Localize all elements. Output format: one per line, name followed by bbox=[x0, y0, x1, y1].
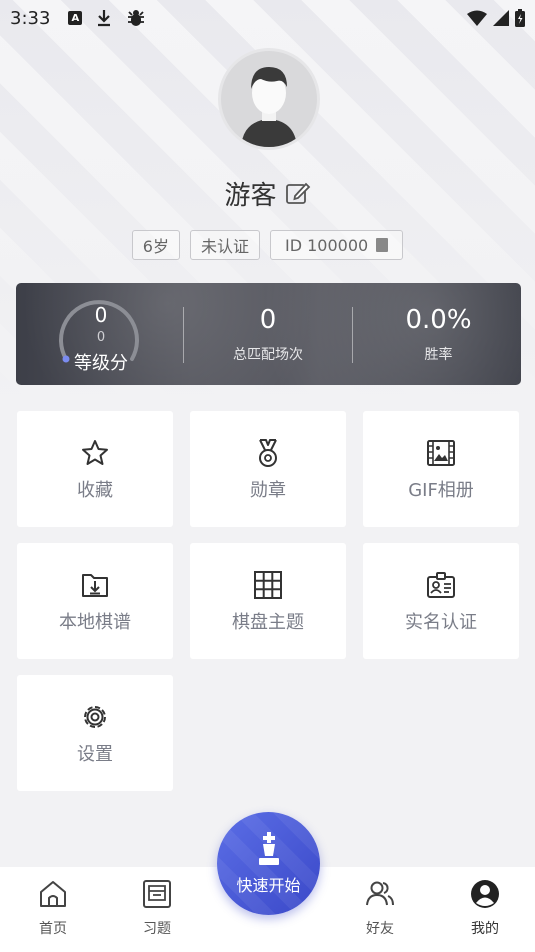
wifi-icon bbox=[467, 10, 487, 26]
medals-button[interactable]: 勋章 bbox=[190, 411, 346, 527]
winrate-value: 0.0% bbox=[405, 305, 472, 335]
grid-board-icon bbox=[254, 571, 282, 599]
matches-label: 总匹配场次 bbox=[233, 347, 303, 363]
age-tag: 6岁 bbox=[131, 230, 180, 260]
star-icon bbox=[82, 440, 108, 465]
username: 游客 bbox=[224, 180, 277, 211]
user-avatar[interactable] bbox=[218, 48, 320, 150]
rating-stat[interactable]: 0 0 等级分 bbox=[46, 283, 156, 385]
medal-icon bbox=[259, 439, 277, 467]
copy-icon[interactable] bbox=[376, 238, 389, 252]
medals-label: 勋章 bbox=[250, 480, 286, 501]
real-name-button[interactable]: 实名认证 bbox=[363, 543, 519, 659]
status-time: 3:33 bbox=[10, 7, 51, 29]
home-icon bbox=[40, 881, 66, 907]
matches-value: 0 bbox=[259, 305, 277, 335]
settings-label: 设置 bbox=[77, 744, 113, 765]
winrate-stat[interactable]: 0.0% 胜率 bbox=[356, 283, 521, 385]
favorites-button[interactable]: 收藏 bbox=[17, 411, 173, 527]
bug-icon bbox=[128, 10, 145, 26]
nav-exercises-label: 习题 bbox=[143, 921, 171, 937]
gear-icon bbox=[84, 706, 106, 728]
status-system-icons bbox=[467, 9, 525, 27]
winrate-label: 胜率 bbox=[424, 347, 453, 363]
gif-album-label: GIF相册 bbox=[408, 480, 474, 501]
username-row: 游客 bbox=[0, 172, 535, 214]
nav-home-label: 首页 bbox=[39, 921, 67, 937]
default-user-icon bbox=[241, 67, 297, 147]
matches-stat[interactable]: 0 总匹配场次 bbox=[186, 283, 350, 385]
quick-start-label: 快速开始 bbox=[236, 876, 301, 895]
profile-icon bbox=[471, 880, 499, 908]
user-id-tag[interactable]: ID 100000 bbox=[270, 230, 404, 260]
download-icon bbox=[98, 10, 111, 27]
verification-tag: 未认证 bbox=[189, 230, 260, 260]
gif-album-button[interactable]: GIF相册 bbox=[363, 411, 519, 527]
nav-mine[interactable]: 我的 bbox=[450, 878, 520, 944]
quick-start-button[interactable]: 快速开始 bbox=[217, 812, 320, 915]
nav-friends-label: 好友 bbox=[366, 921, 394, 937]
user-id-text: ID 100000 bbox=[285, 235, 369, 255]
status-bar: 3:33 A bbox=[0, 0, 535, 36]
battery-icon bbox=[515, 9, 525, 27]
local-records-label: 本地棋谱 bbox=[59, 612, 131, 633]
exercise-board-icon bbox=[143, 880, 171, 908]
board-theme-button[interactable]: 棋盘主题 bbox=[190, 543, 346, 659]
keyboard-notification-icon: A bbox=[68, 11, 83, 25]
chess-king-icon bbox=[258, 832, 279, 865]
settings-button[interactable]: 设置 bbox=[17, 675, 173, 791]
status-notification-icons: A bbox=[68, 8, 146, 28]
stats-card: 0 0 等级分 0 总匹配场次 0.0% 胜率 bbox=[16, 283, 521, 385]
local-records-button[interactable]: 本地棋谱 bbox=[17, 543, 173, 659]
rating-value: 0 bbox=[94, 303, 108, 327]
rating-label: 等级分 bbox=[74, 353, 128, 374]
favorites-label: 收藏 bbox=[77, 480, 113, 501]
nav-home[interactable]: 首页 bbox=[18, 878, 88, 944]
film-image-icon bbox=[427, 440, 455, 466]
nav-friends[interactable]: 好友 bbox=[345, 878, 415, 944]
board-theme-label: 棋盘主题 bbox=[232, 612, 304, 633]
nav-exercises[interactable]: 习题 bbox=[122, 878, 192, 944]
real-name-label: 实名认证 bbox=[405, 612, 477, 633]
cell-signal-icon bbox=[493, 10, 509, 26]
friends-icon bbox=[366, 881, 394, 906]
profile-tags: 6岁 未认证 ID 100000 bbox=[0, 230, 535, 262]
stat-divider bbox=[352, 307, 353, 363]
stat-divider bbox=[183, 307, 184, 363]
folder-download-icon bbox=[82, 574, 108, 597]
nav-mine-label: 我的 bbox=[471, 921, 499, 937]
rating-sub-value: 0 bbox=[96, 330, 106, 345]
id-card-icon bbox=[427, 572, 455, 598]
edit-icon[interactable] bbox=[285, 180, 311, 206]
